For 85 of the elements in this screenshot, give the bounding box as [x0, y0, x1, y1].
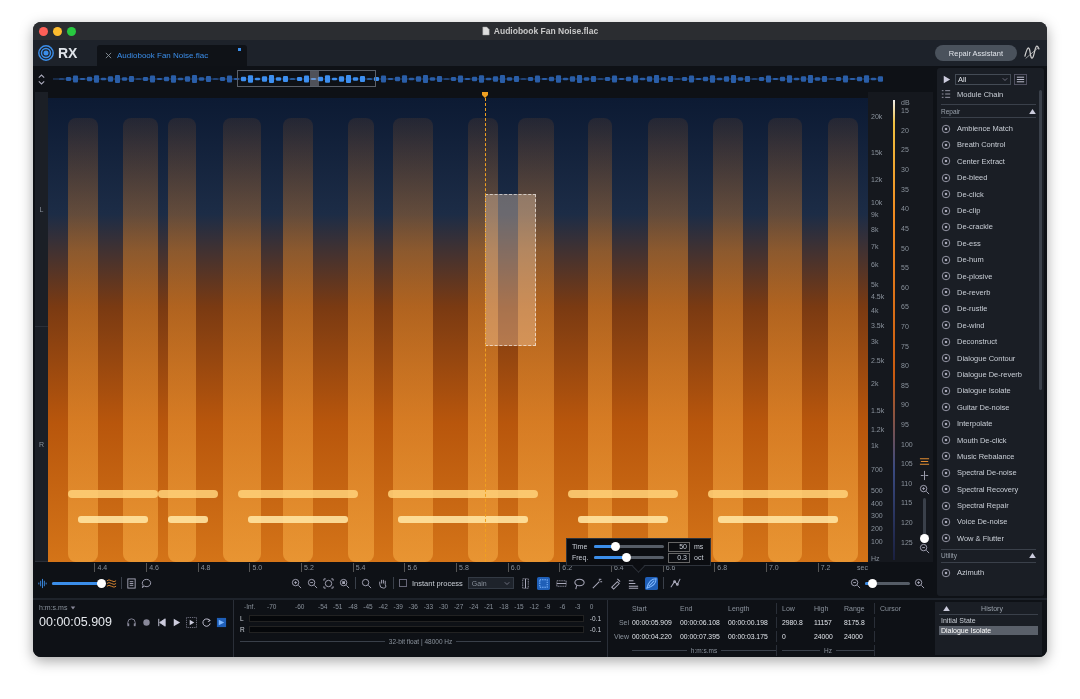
hand-icon[interactable] — [377, 577, 388, 589]
vertical-zoom-slider[interactable] — [922, 498, 926, 540]
window-title: Audiobook Fan Noise.flac — [493, 26, 599, 36]
zoom-button[interactable] — [67, 26, 76, 36]
node-curve-icon[interactable] — [668, 576, 682, 590]
document-icon — [481, 26, 490, 36]
ring-icon — [941, 271, 951, 282]
feather-icon[interactable] — [644, 576, 658, 590]
ring-icon — [941, 402, 951, 413]
brush-icon[interactable] — [608, 576, 622, 590]
rectangle-selection-icon[interactable] — [536, 576, 550, 590]
wave-icon[interactable] — [1023, 44, 1041, 62]
ring-icon — [941, 287, 951, 298]
ring-icon — [941, 369, 951, 380]
spectrogram-icon[interactable] — [106, 577, 117, 589]
ring-icon — [941, 435, 951, 445]
loop-icon[interactable] — [201, 616, 212, 628]
ring-icon — [941, 320, 951, 331]
collapse-icon[interactable] — [1029, 108, 1036, 114]
ring-icon — [941, 451, 951, 462]
ring-icon — [941, 205, 951, 216]
close-icon[interactable] — [105, 52, 112, 59]
play-selection-icon[interactable] — [186, 616, 197, 628]
ring-icon — [941, 336, 951, 347]
zoom-out-icon[interactable] — [918, 543, 930, 554]
ring-icon — [941, 172, 951, 183]
spectrogram-icon[interactable] — [918, 456, 930, 467]
ring-icon — [941, 467, 951, 478]
play-icon[interactable] — [941, 73, 952, 85]
minimize-button[interactable] — [53, 26, 62, 36]
caret-icon — [503, 580, 510, 586]
file-tab[interactable]: Audiobook Fan Noise.flac — [97, 45, 247, 66]
lasso-icon[interactable] — [572, 576, 586, 590]
ring-icon — [941, 189, 951, 200]
search-icon[interactable] — [361, 577, 372, 589]
magic-wand-icon[interactable] — [590, 576, 604, 590]
zoom-selection-icon[interactable] — [339, 577, 350, 589]
ring-icon — [941, 238, 951, 249]
list-icon[interactable] — [126, 577, 137, 589]
flag-icon[interactable] — [216, 616, 227, 628]
ring-icon — [941, 516, 951, 527]
skip-back-icon[interactable] — [156, 616, 167, 628]
collapse-icon[interactable] — [1029, 553, 1036, 559]
ring-icon — [941, 221, 951, 232]
collapse-icon[interactable] — [943, 606, 950, 611]
ring-icon — [941, 418, 951, 429]
ring-icon — [941, 156, 951, 167]
ring-icon — [941, 254, 951, 265]
ring-icon — [941, 484, 951, 495]
headphones-icon[interactable] — [126, 616, 137, 628]
zoom-in-icon[interactable] — [918, 484, 930, 495]
menu-icon[interactable] — [1014, 73, 1027, 85]
play-icon[interactable] — [171, 616, 182, 628]
caret-icon — [70, 604, 77, 611]
settings-slider[interactable] — [594, 545, 664, 548]
ring-icon — [941, 139, 951, 150]
ring-icon — [941, 353, 951, 364]
speech-bubble-icon[interactable] — [141, 577, 152, 589]
waveform-icon[interactable] — [37, 577, 48, 589]
zoom-in-icon[interactable] — [914, 577, 925, 589]
time-display: 00:00:05.909 — [39, 615, 112, 629]
split-icon[interactable] — [918, 470, 930, 481]
logo-icon — [37, 44, 55, 62]
selection-box[interactable] — [485, 194, 536, 346]
ring-icon — [941, 385, 951, 396]
chevrons-icon[interactable] — [37, 72, 46, 86]
ring-icon — [941, 303, 951, 314]
list-icon — [941, 89, 951, 100]
zoom-out-icon[interactable] — [850, 577, 861, 589]
zoom-out-icon[interactable] — [307, 577, 318, 589]
zoom-fit-icon[interactable] — [323, 577, 334, 589]
close-button[interactable] — [39, 26, 48, 36]
zoom-in-icon[interactable] — [291, 577, 302, 589]
settings-slider[interactable] — [594, 556, 664, 559]
zoom-slider[interactable] — [865, 581, 910, 585]
record-icon[interactable] — [141, 616, 152, 628]
scrollbar-thumb[interactable] — [1039, 90, 1042, 390]
instant-process-checkbox[interactable] — [399, 579, 407, 587]
logo-text: RX — [58, 45, 78, 61]
ring-icon — [941, 500, 951, 511]
caret-icon — [1002, 76, 1008, 82]
view-range-frame[interactable] — [237, 70, 376, 87]
ring-icon — [941, 567, 951, 578]
ring-icon — [941, 533, 951, 544]
ring-icon — [941, 123, 951, 134]
